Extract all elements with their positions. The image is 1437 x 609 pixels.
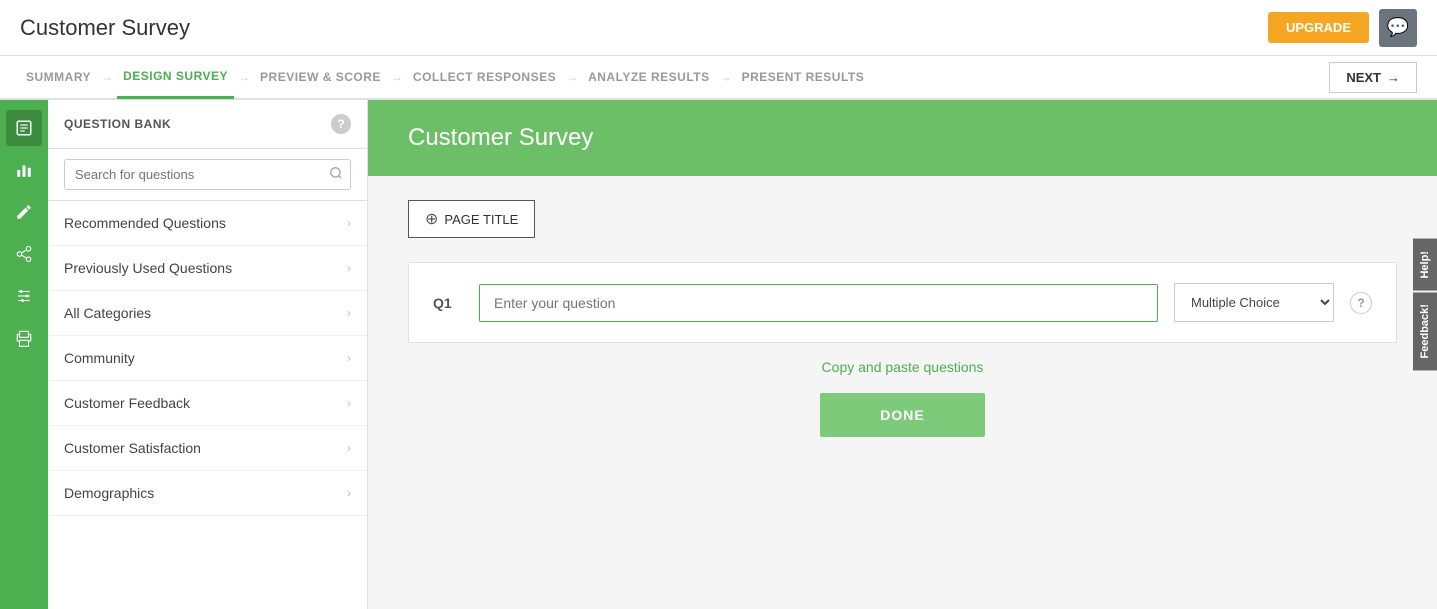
next-button[interactable]: NEXT → — [1329, 62, 1417, 93]
chevron-right-icon: › — [347, 351, 351, 365]
page-title-label: PAGE TITLE — [444, 212, 518, 227]
qb-item-label: Customer Feedback — [64, 395, 190, 411]
page-title-button[interactable]: ⊕ PAGE TITLE — [408, 200, 535, 238]
search-bar — [48, 149, 367, 201]
nav-step-present[interactable]: PRESENT RESULTS — [736, 55, 871, 99]
search-input[interactable] — [64, 159, 351, 190]
sidebar-icon-filter[interactable] — [6, 278, 42, 314]
chat-button[interactable]: 💬 — [1379, 9, 1417, 47]
sidebar-icon-design[interactable] — [6, 194, 42, 230]
survey-header: Customer Survey — [368, 100, 1437, 176]
upgrade-button[interactable]: UPGRADE — [1268, 12, 1369, 43]
nav-step-preview[interactable]: PREVIEW & SCORE — [254, 55, 387, 99]
sidebar-icon-print[interactable] — [6, 320, 42, 356]
nav-step-collect[interactable]: COLLECT RESPONSES — [407, 55, 562, 99]
sidebar-icon-survey[interactable] — [6, 110, 42, 146]
qb-category-list: Recommended Questions › Previously Used … — [48, 201, 367, 609]
qb-item-label: All Categories — [64, 305, 151, 321]
question-input-q1[interactable] — [479, 284, 1158, 322]
question-card-q1: Q1 Multiple Choice Short Answer Rating R… — [408, 262, 1397, 343]
top-bar: Customer Survey UPGRADE 💬 — [0, 0, 1437, 56]
question-bank-panel: QUESTION BANK ? Recommended Questions › … — [48, 100, 368, 609]
qb-item-demographics[interactable]: Demographics › — [48, 471, 367, 516]
icon-bar — [0, 100, 48, 609]
next-label: NEXT — [1346, 70, 1381, 85]
chevron-right-icon: › — [347, 441, 351, 455]
question-help-button[interactable]: ? — [1350, 292, 1372, 314]
nav-step-summary[interactable]: SUMMARY — [20, 55, 97, 99]
help-tab-label: Help! — [1419, 251, 1431, 279]
nav-steps: SUMMARY → DESIGN SURVEY → PREVIEW & SCOR… — [20, 55, 870, 99]
nav-arrow-5: → — [720, 70, 732, 84]
sidebar-icon-share[interactable] — [6, 236, 42, 272]
chevron-right-icon: › — [347, 396, 351, 410]
nav-arrow-1: → — [101, 70, 113, 84]
nav-bar: SUMMARY → DESIGN SURVEY → PREVIEW & SCOR… — [0, 56, 1437, 100]
qb-item-recommended[interactable]: Recommended Questions › — [48, 201, 367, 246]
qb-item-customer-feedback[interactable]: Customer Feedback › — [48, 381, 367, 426]
nav-step-analyze[interactable]: ANALYZE RESULTS — [582, 55, 716, 99]
next-arrow-icon: → — [1387, 70, 1400, 85]
top-bar-actions: UPGRADE 💬 — [1268, 9, 1417, 47]
nav-arrow-4: → — [566, 70, 578, 84]
nav-arrow-3: → — [391, 70, 403, 84]
nav-arrow-2: → — [238, 70, 250, 84]
add-circle-icon: ⊕ — [425, 209, 438, 229]
qb-item-label: Previously Used Questions — [64, 260, 232, 276]
chevron-right-icon: › — [347, 306, 351, 320]
qb-title: QUESTION BANK — [64, 117, 171, 131]
done-button[interactable]: DONE — [820, 393, 984, 437]
qb-item-customer-satisfaction[interactable]: Customer Satisfaction › — [48, 426, 367, 471]
main-layout: QUESTION BANK ? Recommended Questions › … — [0, 100, 1437, 609]
qb-item-label: Community — [64, 350, 135, 366]
search-wrapper — [64, 159, 351, 190]
feedback-tab[interactable]: Feedback! — [1413, 292, 1437, 370]
qb-item-label: Demographics — [64, 485, 154, 501]
sidebar-icon-chart[interactable] — [6, 152, 42, 188]
qb-item-community[interactable]: Community › — [48, 336, 367, 381]
qb-item-previously-used[interactable]: Previously Used Questions › — [48, 246, 367, 291]
qb-item-label: Customer Satisfaction — [64, 440, 201, 456]
app-title: Customer Survey — [20, 15, 190, 41]
survey-header-title: Customer Survey — [408, 124, 593, 151]
feedback-tab-label: Feedback! — [1419, 304, 1431, 358]
chevron-right-icon: › — [347, 261, 351, 275]
chevron-right-icon: › — [347, 486, 351, 500]
question-type-select[interactable]: Multiple Choice Short Answer Rating Rank… — [1174, 283, 1334, 322]
copy-paste-section: Copy and paste questions — [408, 359, 1397, 377]
qb-item-label: Recommended Questions — [64, 215, 226, 231]
feedback-tabs: Help! Feedback! — [1413, 239, 1437, 371]
main-content: Customer Survey ⊕ PAGE TITLE Q1 Multiple… — [368, 100, 1437, 609]
question-label-q1: Q1 — [433, 295, 463, 311]
nav-step-design[interactable]: DESIGN SURVEY — [117, 55, 234, 99]
chat-icon: 💬 — [1387, 17, 1409, 38]
survey-body: ⊕ PAGE TITLE Q1 Multiple Choice Short An… — [368, 176, 1437, 609]
qb-item-all-categories[interactable]: All Categories › — [48, 291, 367, 336]
qb-header: QUESTION BANK ? — [48, 100, 367, 149]
qb-help-button[interactable]: ? — [331, 114, 351, 134]
copy-paste-link[interactable]: Copy and paste questions — [822, 359, 984, 375]
help-tab[interactable]: Help! — [1413, 239, 1437, 291]
search-icon — [329, 166, 343, 183]
chevron-right-icon: › — [347, 216, 351, 230]
